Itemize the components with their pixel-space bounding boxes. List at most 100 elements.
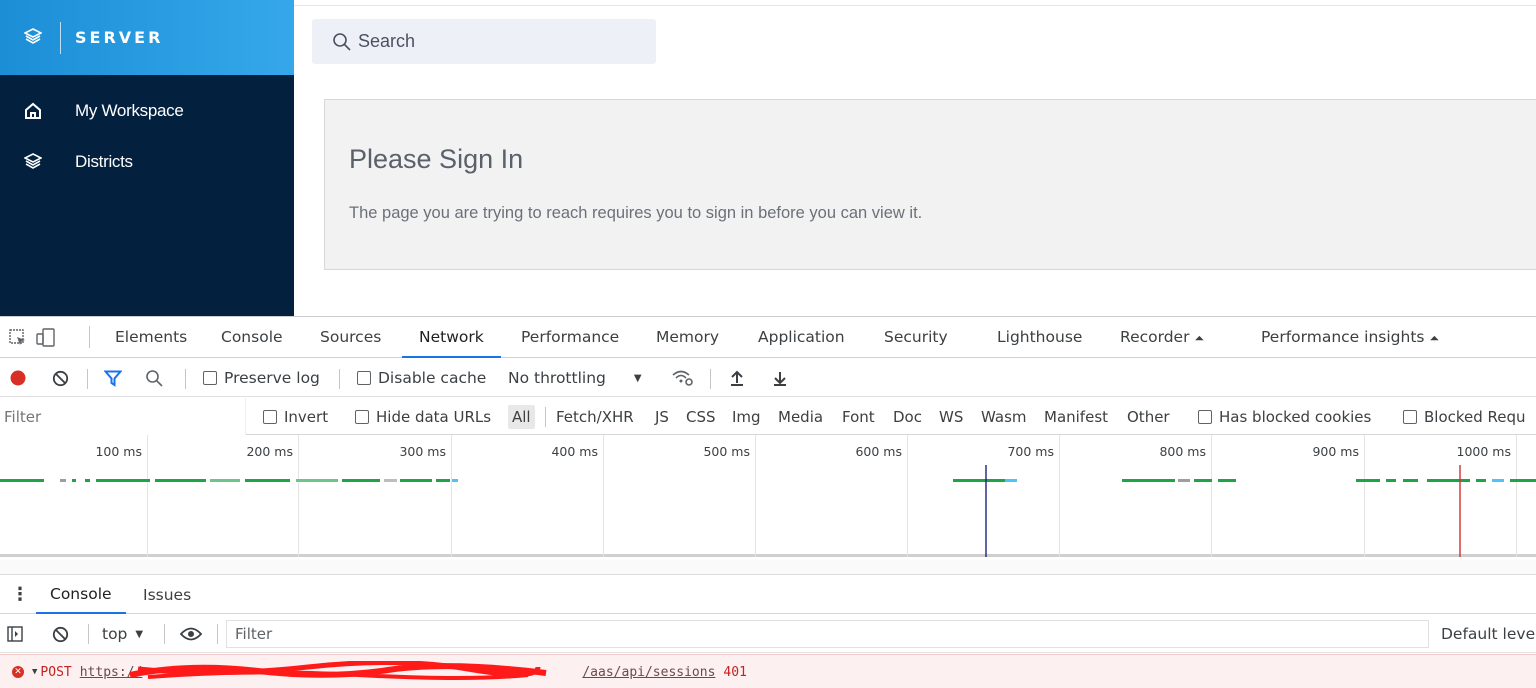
top-divider [294,5,1536,6]
log-levels-select[interactable]: Default leve [1441,615,1535,653]
blocked-requests-label: Blocked Requ [1424,407,1526,426]
inspect-element-icon[interactable] [9,329,27,351]
tab-sources[interactable]: Sources [320,317,381,358]
toolbar-divider [87,369,88,389]
timeline-resize-strip[interactable] [0,560,1536,575]
eye-icon [180,627,202,641]
type-filter-img[interactable]: Img [732,398,761,435]
request-method: POST [40,664,72,680]
invert-checkbox[interactable]: Invert [263,398,328,435]
record-button[interactable] [10,359,26,397]
export-har-button[interactable] [772,359,788,397]
console-filter-input[interactable]: Filter [226,620,1429,648]
type-filter-wasm[interactable]: Wasm [981,398,1027,435]
console-error-row[interactable]: ✕ ▼ POST https:///aas/api/sessions 401 [0,654,1536,688]
tab-performance-insights-label: Performance insights [1261,328,1425,346]
clear-console-button[interactable] [52,615,69,653]
tab-application[interactable]: Application [758,317,845,358]
sidebar-item-my-workspace[interactable]: My Workspace [0,85,294,136]
tab-recorder-label: Recorder [1120,328,1190,346]
show-sidebar-button[interactable] [7,615,23,653]
checkbox[interactable] [1198,409,1212,424]
timeline-tick-label: 600 ms [855,444,902,459]
disable-cache-checkbox[interactable]: Disable cache [357,359,486,397]
type-filter-css[interactable]: CSS [686,398,716,435]
toolbar-divider [164,624,165,644]
checkbox[interactable] [203,371,217,385]
context-value: top [102,625,128,643]
search-icon [146,370,163,387]
request-bar [1178,479,1190,482]
has-blocked-cookies-checkbox[interactable]: Has blocked cookies [1198,398,1371,435]
hide-data-urls-checkbox[interactable]: Hide data URLs [355,398,491,435]
type-filter-other[interactable]: Other [1127,398,1170,435]
toolbar-divider [88,624,89,644]
tab-performance-insights[interactable]: Performance insights ⏶ [1261,317,1439,358]
type-filter-media[interactable]: Media [778,398,823,435]
drawer-tab-issues[interactable]: Issues [143,575,191,614]
type-filter-manifest[interactable]: Manifest [1044,398,1108,435]
request-bar [1510,479,1536,482]
network-filter-input[interactable]: Filter [0,398,246,435]
blocked-requests-checkbox[interactable]: Blocked Requ [1403,398,1526,435]
tab-console[interactable]: Console [221,317,283,358]
type-filter-all[interactable]: All [508,398,535,435]
tab-elements[interactable]: Elements [115,317,187,358]
type-filter-doc[interactable]: Doc [893,398,922,435]
invert-label: Invert [284,407,329,426]
preserve-log-checkbox[interactable]: Preserve log [203,359,320,397]
search-button[interactable] [145,359,163,397]
upload-icon [731,370,743,386]
type-filter-font[interactable]: Font [842,398,875,435]
checkbox[interactable] [263,409,277,424]
request-bar [1386,479,1396,482]
experiment-flask-icon: ⏶ [1429,331,1440,345]
request-bar [1005,479,1017,482]
network-overview-timeline[interactable]: 100 ms 200 ms 300 ms 400 ms 500 ms 600 ms 700 … [0,435,1536,557]
wifi-settings-icon [672,370,693,386]
toolbar-divider [545,407,546,427]
preserve-log-label: Preserve log [224,369,320,387]
brand-header[interactable]: SERVER [0,0,294,75]
timeline-tick-label: 400 ms [551,444,598,459]
throttling-select[interactable]: No throttling ▼ [508,359,642,397]
request-url-link[interactable]: https:///aas/api/sessions [80,660,716,680]
search-input[interactable]: Search [312,19,656,64]
drawer-tab-bar: ⋮ Console Issues [0,575,1536,614]
type-filter-fetch-xhr[interactable]: Fetch/XHR [556,398,634,435]
console-filter-placeholder: Filter [235,625,273,643]
type-filter-js[interactable]: JS [655,398,669,435]
toolbar-divider [217,624,218,644]
live-expression-button[interactable] [180,615,202,653]
request-bar [1218,479,1236,482]
checkbox[interactable] [1403,409,1417,424]
type-filter-ws[interactable]: WS [939,398,963,435]
import-har-button[interactable] [729,359,745,397]
layers-logo-icon [23,27,46,48]
checkbox[interactable] [357,371,371,385]
clear-button[interactable] [52,359,69,397]
request-url-end: /aas/api/sessions [582,664,716,680]
drawer-tab-console[interactable]: Console [36,575,126,614]
request-bar [245,479,290,482]
console-toolbar: top ▼ Filter Default leve [0,615,1536,653]
tab-recorder[interactable]: Recorder ⏶ [1120,317,1204,358]
device-toolbar-icon[interactable] [36,328,56,351]
disable-cache-label: Disable cache [378,369,487,387]
sidebar-toggle-icon [7,626,23,642]
tab-security[interactable]: Security [884,317,948,358]
context-selector[interactable]: top ▼ [102,615,143,653]
sidebar-item-districts[interactable]: Districts [0,136,294,187]
tab-memory[interactable]: Memory [656,317,719,358]
tab-performance[interactable]: Performance [521,317,619,358]
checkbox[interactable] [355,409,369,424]
brand-divider [60,21,61,54]
tab-network[interactable]: Network [402,317,501,358]
drawer-menu-icon[interactable]: ⋮ [11,575,29,614]
expand-triangle-icon[interactable]: ▼ [32,667,37,677]
network-conditions-button[interactable] [671,359,695,397]
filter-toggle-button[interactable] [104,359,122,397]
tab-lighthouse[interactable]: Lighthouse [997,317,1082,358]
devtools-tab-bar: Elements Console Sources Network Perform… [0,317,1536,358]
timeline-tick-label: 500 ms [703,444,750,459]
